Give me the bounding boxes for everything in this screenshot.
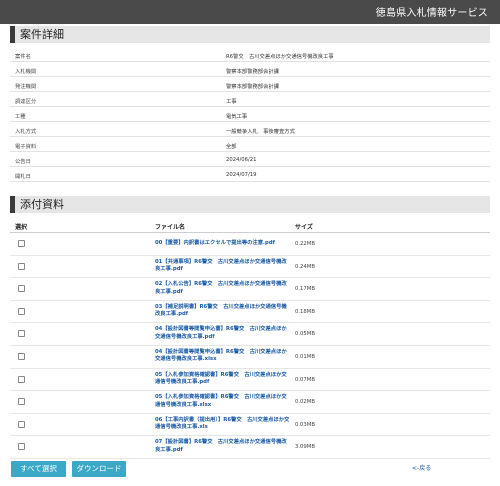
detail-section-header: 案件詳細 xyxy=(10,26,490,43)
file-link[interactable]: 07【設計図書】R6警交 古川交差点ほか交通信号機改良工事.pdf xyxy=(155,439,291,454)
file-select-checkbox[interactable] xyxy=(18,330,25,338)
detail-label: 開札日 xyxy=(15,174,31,180)
file-row: 04【設計図書等閲覧申込書】R6警交 古川交差点ほか交通信号機改良工事.pdf 0… xyxy=(10,323,490,346)
file-select-checkbox[interactable] xyxy=(18,240,25,247)
file-row: 04【設計図書等閲覧申込書】R6警交 古川交差点ほか交通信号機改良工事.xlsx… xyxy=(10,346,490,369)
file-size: 0.22MB xyxy=(295,241,315,247)
file-row: 02【入札公告】R6警交 古川交差点ほか交通信号機改良工事.pdf 0.17MB xyxy=(10,278,490,301)
detail-label: 公告日 xyxy=(15,159,31,165)
detail-row: 公告日 2024/06/21 xyxy=(10,152,490,167)
filename-column-header: ファイル名 xyxy=(155,224,186,231)
detail-row: 調達区分 工事 xyxy=(10,92,490,107)
file-select-checkbox[interactable] xyxy=(18,398,25,406)
file-link[interactable]: 04【設計図書等閲覧申込書】R6警交 古川交差点ほか交通信号機改良工事.xlsx xyxy=(155,349,291,364)
detail-value: 警察本部警務部会計課 xyxy=(226,69,279,75)
site-title: 徳島県入札情報サービス xyxy=(375,8,488,19)
detail-label: 入札方式 xyxy=(15,129,37,135)
detail-row: 入札機関 警察本部警務部会計課 xyxy=(10,62,490,77)
detail-row: 発注機関 警察本部警務部会計課 xyxy=(10,77,490,92)
file-link[interactable]: 00【重要】内訳書はエクセルで提出等の注意.pdf xyxy=(155,240,291,248)
file-select-checkbox[interactable] xyxy=(18,352,25,360)
detail-value: 一般競争入札 事後審査方式 xyxy=(226,129,295,135)
file-select-checkbox[interactable] xyxy=(18,262,25,270)
file-link[interactable]: 02【入札公告】R6警交 古川交差点ほか交通信号機改良工事.pdf xyxy=(155,281,291,296)
file-select-checkbox[interactable] xyxy=(18,443,25,451)
detail-value: 警察本部警務部会計課 xyxy=(226,84,279,90)
detail-label: 調達区分 xyxy=(15,99,37,105)
detail-row: 工種 電気工事 xyxy=(10,107,490,122)
size-column-header: サイズ xyxy=(295,224,313,231)
file-size: 0.07MB xyxy=(295,376,315,383)
attachments-table: 選択 ファイル名 サイズ 00【重要】内訳書はエクセルで提出等の注意.pdf 0.… xyxy=(10,217,490,459)
file-link[interactable]: 05【入札参加資格確認書】R6警交 古川交差点ほか交通信号機改良工事.pdf xyxy=(155,372,291,387)
top-bar: 徳島県入札情報サービス xyxy=(0,0,500,24)
file-row: 00【重要】内訳書はエクセルで提出等の注意.pdf 0.22MB xyxy=(10,233,490,256)
detail-value: 工事 xyxy=(226,99,237,105)
detail-table: 案件名 R6警交 古川交差点ほか交通信号機改良工事 入札機関 警察本部警務部会計課 … xyxy=(10,47,490,182)
detail-row: 案件名 R6警交 古川交差点ほか交通信号機改良工事 xyxy=(10,47,490,62)
detail-label: 電子資料 xyxy=(15,144,37,150)
file-size: 0.01MB xyxy=(295,353,315,360)
file-row: 05【入札参加資格確認書】R6警交 古川交差点ほか交通信号機改良工事.pdf 0.… xyxy=(10,369,490,392)
detail-label: 工種 xyxy=(15,114,26,120)
file-select-checkbox[interactable] xyxy=(18,420,25,428)
detail-row: 電子資料 全部 xyxy=(10,137,490,152)
detail-value: 電気工事 xyxy=(226,114,248,120)
detail-value: R6警交 古川交差点ほか交通信号機改良工事 xyxy=(226,54,334,60)
file-size: 0.03MB xyxy=(295,421,315,428)
detail-label: 案件名 xyxy=(15,54,31,60)
detail-row: 開札日 2024/07/19 xyxy=(10,167,490,182)
file-row: 06【工事内訳書（提出用）】R6警交 古川交差点ほか交通信号機改良工事.xls 0… xyxy=(10,414,490,437)
file-row: 01【共通事項】R6警交 古川交差点ほか交通信号機改良工事.pdf 0.24MB xyxy=(10,256,490,279)
attachments-header-row: 選択 ファイル名 サイズ xyxy=(10,217,490,233)
attachments-section-header: 添付資料 xyxy=(10,196,490,213)
file-select-checkbox[interactable] xyxy=(18,307,25,315)
file-link[interactable]: 05【入札参加資格確認書】R6警交 古川交差点ほか交通信号機改良工事.xlsx xyxy=(155,394,291,409)
file-row: 03【補足説明書】R6警交 古川交差点ほか交通信号機改良工事.pdf 0.18MB xyxy=(10,301,490,324)
detail-label: 入札機関 xyxy=(15,69,37,75)
file-link[interactable]: 03【補足説明書】R6警交 古川交差点ほか交通信号機改良工事.pdf xyxy=(155,304,291,319)
file-size: 3.09MB xyxy=(295,444,315,451)
detail-row: 入札方式 一般競争入札 事後審査方式 xyxy=(10,122,490,137)
file-size: 0.18MB xyxy=(295,308,315,315)
file-link[interactable]: 04【設計図書等閲覧申込書】R6警交 古川交差点ほか交通信号機改良工事.pdf xyxy=(155,326,291,341)
select-all-button[interactable]: すべて選択 xyxy=(11,461,66,477)
detail-value: 2024/06/21 xyxy=(226,157,257,163)
back-link[interactable]: <-戻る xyxy=(412,463,431,472)
file-row: 07【設計図書】R6警交 古川交差点ほか交通信号機改良工事.pdf 3.09MB xyxy=(10,436,490,459)
file-size: 0.05MB xyxy=(295,331,315,338)
select-column-header: 選択 xyxy=(15,224,28,231)
detail-value: 全部 xyxy=(226,144,237,150)
file-select-checkbox[interactable] xyxy=(18,285,25,293)
file-select-checkbox[interactable] xyxy=(18,375,25,383)
file-size: 0.02MB xyxy=(295,399,315,406)
detail-value: 2024/07/19 xyxy=(226,172,257,178)
file-size: 0.17MB xyxy=(295,286,315,293)
file-row: 05【入札参加資格確認書】R6警交 古川交差点ほか交通信号機改良工事.xlsx 0… xyxy=(10,391,490,414)
file-link[interactable]: 01【共通事項】R6警交 古川交差点ほか交通信号機改良工事.pdf xyxy=(155,259,291,274)
download-button[interactable]: ダウンロード xyxy=(72,461,126,477)
detail-label: 発注機関 xyxy=(15,84,37,90)
file-size: 0.24MB xyxy=(295,263,315,270)
file-link[interactable]: 06【工事内訳書（提出用）】R6警交 古川交差点ほか交通信号機改良工事.xls xyxy=(155,417,291,432)
